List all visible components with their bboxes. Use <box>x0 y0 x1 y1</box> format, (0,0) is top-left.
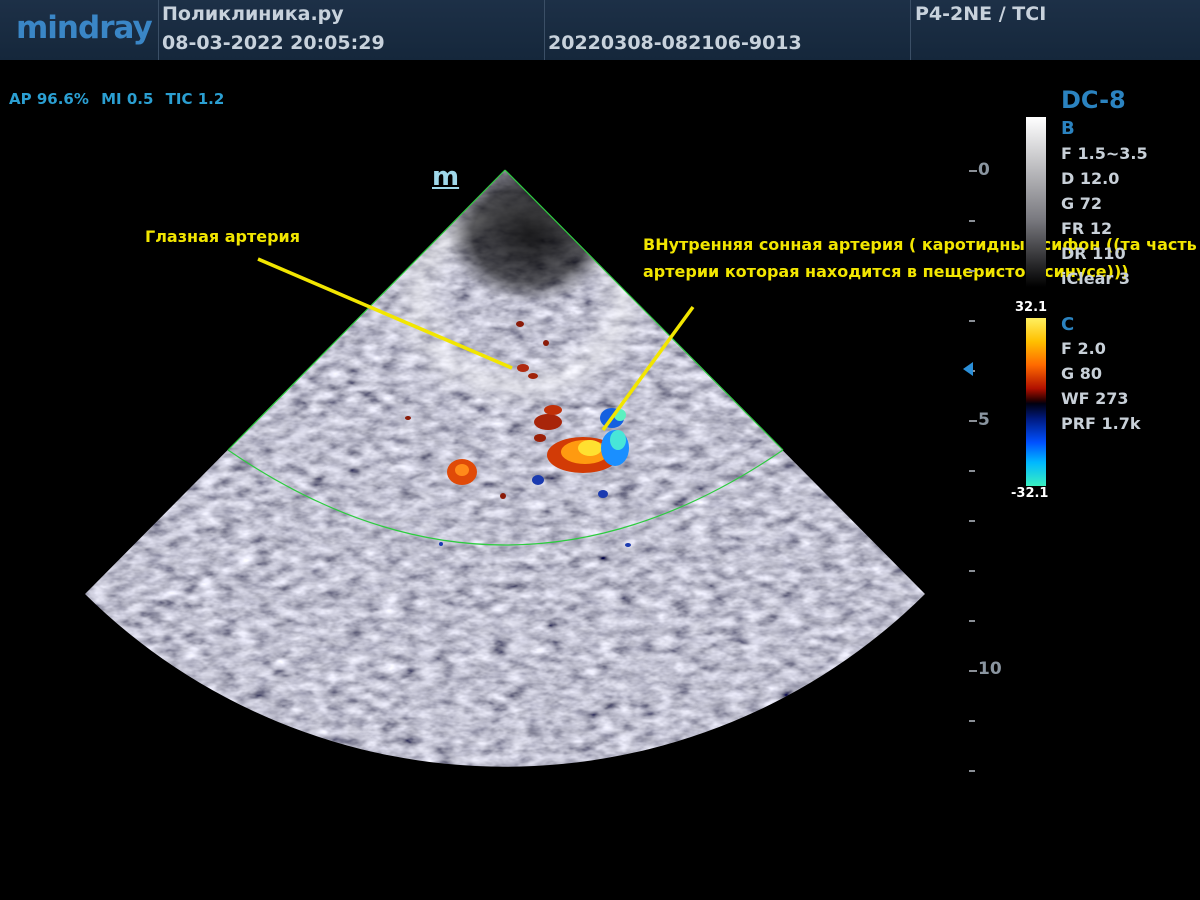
depth-label-10: 10 <box>978 659 1002 679</box>
depth-tick <box>969 670 977 672</box>
grayscale-bar <box>1026 117 1046 287</box>
c-param-gain: G 80 <box>1061 364 1102 383</box>
b-param-iclear: iClear 3 <box>1061 269 1130 288</box>
c-param-prf: PRF 1.7k <box>1061 414 1141 433</box>
annotation-ica-line2: артерии которая находится в пещеристом с… <box>643 262 1129 281</box>
depth-tick <box>969 270 975 272</box>
depth-tick <box>969 320 975 322</box>
depth-tick <box>969 720 975 722</box>
ultrasound-image <box>85 169 925 767</box>
mode-title: DC-8 <box>1061 86 1126 114</box>
depth-tick <box>969 170 977 172</box>
depth-tick <box>969 520 975 522</box>
depth-tick <box>969 570 975 572</box>
b-param-dynamic-range: DR 110 <box>1061 244 1126 263</box>
b-param-frequency: F 1.5~3.5 <box>1061 144 1148 163</box>
depth-tick <box>969 220 975 222</box>
color-scale-max: 32.1 <box>1015 300 1048 315</box>
depth-tick <box>969 420 977 422</box>
depth-label-0: 0 <box>978 160 990 180</box>
depth-tick <box>969 770 975 772</box>
orientation-marker: m <box>432 162 460 192</box>
depth-tick <box>969 470 975 472</box>
c-param-frequency: F 2.0 <box>1061 339 1106 358</box>
annotation-ophthalmic-artery: Глазная артерия <box>145 227 301 246</box>
b-mode-label: B <box>1061 118 1075 139</box>
depth-tick <box>969 620 975 622</box>
b-param-gain: G 72 <box>1061 194 1102 213</box>
focus-marker-icon[interactable] <box>963 362 973 376</box>
c-param-wall-filter: WF 273 <box>1061 389 1129 408</box>
color-mode-label: C <box>1061 314 1075 335</box>
depth-label-5: 5 <box>978 410 990 430</box>
color-velocity-bar <box>1026 318 1046 486</box>
color-scale-min: -32.1 <box>1011 486 1049 501</box>
b-param-frame-rate: FR 12 <box>1061 219 1113 238</box>
b-param-depth: D 12.0 <box>1061 169 1120 188</box>
